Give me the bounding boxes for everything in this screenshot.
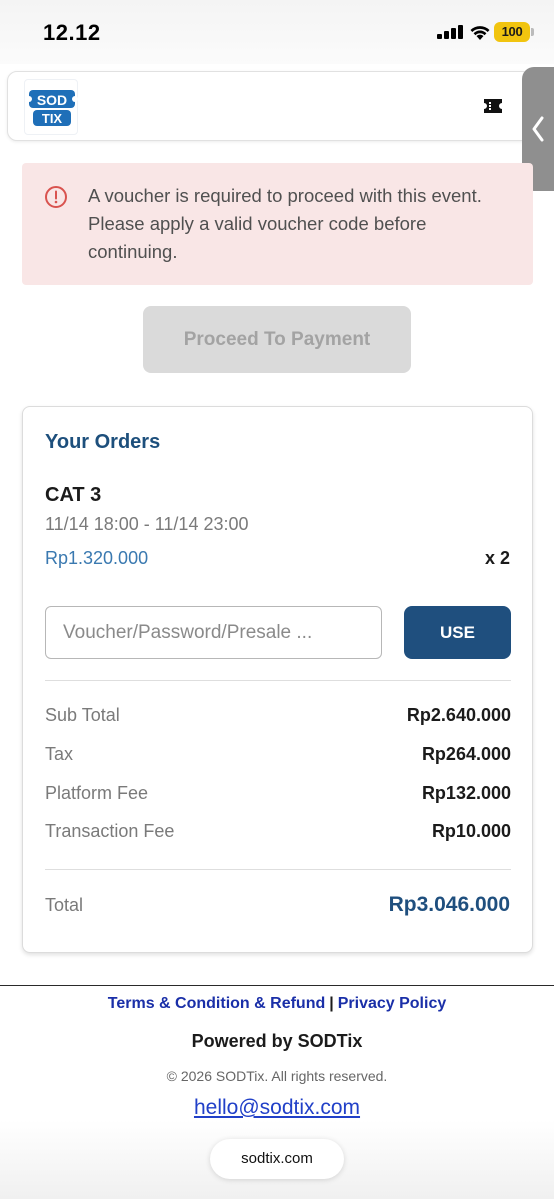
browser-url-pill[interactable]: sodtix.com: [210, 1139, 344, 1179]
summary-label: Platform Fee: [45, 783, 149, 803]
summary-row-transaction-fee: Transaction Fee Rp10.000: [45, 821, 511, 845]
email-link[interactable]: hello@sodtix.com: [194, 1096, 360, 1119]
voucher-required-alert: A voucher is required to proceed with th…: [22, 163, 533, 285]
privacy-policy-link[interactable]: Privacy Policy: [338, 995, 447, 1012]
summary-row-platform-fee: Platform Fee Rp132.000: [45, 783, 511, 807]
total-label: Total: [45, 895, 84, 915]
footer-divider: [0, 985, 554, 986]
summary-label: Transaction Fee: [45, 821, 175, 841]
summary-value: Rp2.640.000: [406, 705, 511, 725]
orders-title: Your Orders: [45, 431, 161, 453]
powered-by: Powered by SODTix: [191, 1031, 363, 1051]
logo-text-top: SOD: [37, 92, 67, 108]
divider: [45, 680, 511, 681]
link-separator: |: [329, 995, 334, 1012]
use-voucher-button[interactable]: USE: [404, 606, 511, 659]
ticket-icon[interactable]: [482, 97, 504, 115]
status-bar: 12.12 100: [0, 0, 554, 64]
voucher-input[interactable]: [45, 606, 382, 659]
summary-label: Sub Total: [45, 705, 120, 725]
divider: [45, 869, 511, 870]
status-time: 12.12: [43, 20, 101, 45]
copyright: © 2026 SODTix. All rights reserved.: [166, 1068, 388, 1084]
alert-message: A voucher is required to proceed with th…: [88, 185, 482, 262]
order-item-price: Rp1.320.000: [45, 548, 149, 568]
wifi-icon: [470, 26, 490, 40]
alert-circle-icon: [45, 186, 67, 208]
summary-row-tax: Tax Rp264.000: [45, 744, 511, 768]
proceed-to-payment-button[interactable]: Proceed To Payment: [143, 306, 411, 373]
summary-value: Rp132.000: [421, 783, 511, 803]
order-item-time: 11/14 18:00 - 11/14 23:00: [45, 514, 249, 534]
logo-text-bottom: TIX: [42, 111, 63, 126]
chevron-left-icon: [532, 116, 544, 142]
footer-links: Terms & Condition & Refund | Privacy Polic…: [0, 995, 554, 1013]
cellular-signal-icon: [437, 25, 465, 39]
site-header: SOD TIX: [7, 71, 532, 141]
summary-value: Rp10.000: [431, 821, 511, 841]
sodtix-logo[interactable]: SOD TIX: [24, 79, 78, 135]
total-value: Rp3.046.000: [388, 893, 510, 916]
contact-email: hello@sodtix.com: [0, 1096, 554, 1120]
orders-card: Your Orders CAT 3 11/14 18:00 - 11/14 23…: [22, 406, 533, 953]
summary-value: Rp264.000: [421, 744, 511, 764]
terms-link[interactable]: Terms & Condition & Refund: [108, 995, 325, 1012]
summary-row-subtotal: Sub Total Rp2.640.000: [45, 705, 511, 729]
order-item-quantity: x 2: [484, 548, 510, 568]
summary-label: Tax: [45, 744, 74, 764]
order-item-name: CAT 3: [45, 484, 102, 506]
battery-indicator: 100: [494, 22, 534, 42]
